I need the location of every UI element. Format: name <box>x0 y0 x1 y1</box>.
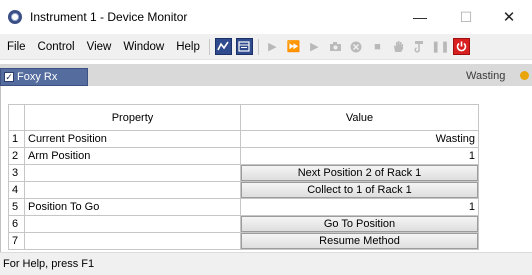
fast-forward-icon[interactable]: ⏩ <box>285 38 302 55</box>
checkbox-icon[interactable]: ✓ <box>4 72 14 82</box>
value-cell: Collect to 1 of Rack 1 <box>240 181 479 199</box>
value-column-header: Value <box>240 104 479 131</box>
play-icon[interactable]: ▶ <box>264 38 281 55</box>
value-cell[interactable]: 1 <box>240 147 479 165</box>
device-status-text: Wasting <box>466 70 506 82</box>
property-cell: Current Position <box>24 130 241 148</box>
table-row: 6 Go To Position <box>8 215 479 233</box>
value-cell: Wasting <box>240 130 479 148</box>
property-table: Property Value 1 Current Position Wastin… <box>8 104 479 250</box>
property-column-header: Property <box>24 104 241 131</box>
property-cell: Position To Go <box>24 198 241 216</box>
device-tab-bar: ✓ Foxy Rx Wasting <box>0 64 532 86</box>
table-row: 5 Position To Go 1 <box>8 198 479 216</box>
close-button[interactable]: ✕ <box>486 0 532 34</box>
row-number: 5 <box>8 198 25 216</box>
tab-label: Foxy Rx <box>17 71 58 83</box>
row-number-header <box>8 104 25 131</box>
property-cell <box>24 215 241 233</box>
window-title: Instrument 1 - Device Monitor <box>30 10 188 24</box>
toolbar-separator <box>257 38 259 55</box>
collect-button[interactable]: Collect to 1 of Rack 1 <box>241 182 478 198</box>
menu-file[interactable]: File <box>0 41 32 53</box>
menu-control[interactable]: Control <box>32 41 81 53</box>
chart-icon[interactable] <box>214 38 232 55</box>
hand-icon[interactable] <box>390 38 407 55</box>
menu-help[interactable]: Help <box>170 41 206 53</box>
property-cell: Arm Position <box>24 147 241 165</box>
table-row: 4 Collect to 1 of Rack 1 <box>8 181 479 199</box>
menu-window[interactable]: Window <box>117 41 170 53</box>
next-position-button[interactable]: Next Position 2 of Rack 1 <box>241 165 478 181</box>
power-icon[interactable] <box>452 38 470 55</box>
value-cell[interactable]: 1 <box>240 198 479 216</box>
row-number: 6 <box>8 215 25 233</box>
minimize-button[interactable]: — <box>397 0 443 34</box>
tab-foxy-rx[interactable]: ✓ Foxy Rx <box>0 68 88 86</box>
step-icon[interactable]: ▶ <box>306 38 323 55</box>
status-indicator-icon <box>520 71 529 80</box>
table-row: 1 Current Position Wasting <box>8 130 479 148</box>
row-number: 7 <box>8 232 25 250</box>
go-to-position-button[interactable]: Go To Position <box>241 216 478 232</box>
row-number: 3 <box>8 164 25 182</box>
row-number: 4 <box>8 181 25 199</box>
table-row: 7 Resume Method <box>8 232 479 250</box>
app-icon <box>8 10 22 24</box>
row-number: 1 <box>8 130 25 148</box>
menu-bar: File Control View Window Help ▶ ⏩ ▶ ■ ❚❚ <box>0 34 532 60</box>
maximize-button[interactable]: ☐ <box>443 0 489 34</box>
camera-icon[interactable] <box>327 38 344 55</box>
property-cell <box>24 164 241 182</box>
hook-icon[interactable] <box>411 38 428 55</box>
value-cell: Next Position 2 of Rack 1 <box>240 164 479 182</box>
table-row: 3 Next Position 2 of Rack 1 <box>8 164 479 182</box>
toolbar-separator <box>208 38 210 55</box>
value-cell: Go To Position <box>240 215 479 233</box>
menu-view[interactable]: View <box>81 41 118 53</box>
stop-icon[interactable]: ■ <box>369 38 386 55</box>
value-cell: Resume Method <box>240 232 479 250</box>
status-bar-text: For Help, press F1 <box>3 258 95 270</box>
table-row: 2 Arm Position 1 <box>8 147 479 165</box>
status-bar: For Help, press F1 <box>0 252 532 275</box>
property-cell <box>24 232 241 250</box>
title-bar: Instrument 1 - Device Monitor — ☐ ✕ <box>0 0 532 34</box>
dialog-icon[interactable] <box>235 38 253 55</box>
property-panel: Property Value 1 Current Position Wastin… <box>0 86 532 252</box>
property-cell <box>24 181 241 199</box>
pause-icon[interactable]: ❚❚ <box>431 38 449 55</box>
abort-icon[interactable] <box>348 38 365 55</box>
resume-method-button[interactable]: Resume Method <box>241 233 478 249</box>
row-number: 2 <box>8 147 25 165</box>
